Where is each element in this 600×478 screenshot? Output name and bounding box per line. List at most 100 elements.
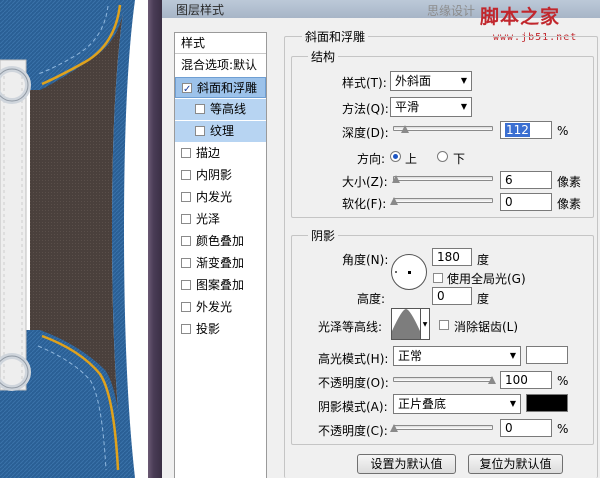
depth-slider-thumb[interactable] xyxy=(400,125,409,133)
dialog-title: 图层样式 xyxy=(176,3,225,17)
shadow-opacity-unit: % xyxy=(557,422,569,436)
depth-label: 深度(D): xyxy=(342,126,389,140)
angle-dial[interactable] xyxy=(391,254,427,290)
direction-down-label: 下 xyxy=(453,152,466,166)
chevron-down-icon: ▼ xyxy=(509,351,516,360)
gloss-contour-dropdown[interactable]: ▼ xyxy=(421,308,430,340)
texture-checkbox[interactable] xyxy=(195,126,205,136)
contour-preview-icon xyxy=(392,309,420,339)
shadow-mode-label: 阴影模式(A): xyxy=(318,400,388,414)
list-item-gradient-overlay[interactable]: 渐变叠加 xyxy=(175,253,266,274)
canvas-artwork xyxy=(0,0,148,478)
list-item-bevel-emboss[interactable]: 斜面和浮雕 xyxy=(175,77,266,100)
highlight-opacity-input[interactable]: 100 xyxy=(500,371,552,389)
chevron-down-icon: ▼ xyxy=(460,76,467,85)
direction-down-radio[interactable] xyxy=(437,151,448,162)
bevel-emboss-title: 斜面和浮雕 xyxy=(302,28,369,45)
gloss-contour-picker[interactable] xyxy=(391,308,421,340)
direction-up-radio[interactable] xyxy=(390,151,401,162)
layer-style-dialog: 图层样式 思缘设计 脚本之家 www.jb51.net 样式 混合选项:默认 斜… xyxy=(162,0,600,478)
angle-dial-center xyxy=(408,271,411,274)
altitude-input[interactable]: 0 xyxy=(432,287,472,305)
altitude-label: 高度: xyxy=(357,292,386,306)
altitude-unit: 度 xyxy=(477,292,490,306)
pattern-overlay-checkbox[interactable] xyxy=(181,280,191,290)
soften-slider-thumb[interactable] xyxy=(390,197,398,205)
chevron-down-icon: ▼ xyxy=(509,399,516,408)
size-unit: 像素 xyxy=(557,175,582,189)
gloss-contour-label: 光泽等高线: xyxy=(318,320,383,334)
angle-input[interactable]: 180 xyxy=(432,248,472,266)
highlight-color-swatch[interactable] xyxy=(526,346,568,364)
structure-title: 结构 xyxy=(308,48,339,65)
list-item-stroke[interactable]: 描边 xyxy=(175,143,266,164)
highlight-opacity-slider[interactable] xyxy=(393,376,496,384)
list-item-satin[interactable]: 光泽 xyxy=(175,209,266,230)
depth-unit: % xyxy=(557,124,569,138)
site-logo: 脚本之家 xyxy=(480,6,561,28)
angle-label: 角度(N): xyxy=(342,253,389,267)
direction-up-label: 上 xyxy=(405,152,418,166)
list-item-outer-glow[interactable]: 外发光 xyxy=(175,297,266,318)
size-input[interactable]: 6 xyxy=(500,171,552,189)
shadow-opacity-label: 不透明度(C): xyxy=(318,424,388,438)
list-item-pattern-overlay[interactable]: 图案叠加 xyxy=(175,275,266,296)
inner-glow-checkbox[interactable] xyxy=(181,192,191,202)
reset-default-button[interactable]: 复位为默认值 xyxy=(468,454,563,474)
shadow-opacity-slider[interactable] xyxy=(390,424,493,432)
soften-input[interactable]: 0 xyxy=(500,193,552,211)
soften-slider[interactable] xyxy=(390,197,493,205)
chevron-down-icon: ▼ xyxy=(460,102,467,111)
style-label: 样式(T): xyxy=(342,76,387,90)
shadow-opacity-input[interactable]: 0 xyxy=(500,419,552,437)
styles-list-header[interactable]: 样式 xyxy=(175,33,266,54)
satin-checkbox[interactable] xyxy=(181,214,191,224)
list-item-inner-shadow[interactable]: 内阴影 xyxy=(175,165,266,186)
global-light-checkbox[interactable] xyxy=(433,273,443,283)
style-select[interactable]: 外斜面 ▼ xyxy=(390,71,472,91)
list-item-texture[interactable]: 纹理 xyxy=(175,121,266,142)
technique-select[interactable]: 平滑 ▼ xyxy=(390,97,472,117)
highlight-opacity-label: 不透明度(O): xyxy=(318,376,389,390)
highlight-mode-label: 高光模式(H): xyxy=(318,352,389,366)
outer-glow-checkbox[interactable] xyxy=(181,302,191,312)
size-slider[interactable] xyxy=(391,175,493,183)
soften-unit: 像素 xyxy=(557,197,582,211)
styles-list: 样式 混合选项:默认 斜面和浮雕 等高线 纹理 描边 内阴影 内发光 光泽 颜色… xyxy=(174,32,267,478)
shadow-color-swatch[interactable] xyxy=(526,394,568,412)
canvas-frame xyxy=(148,0,162,478)
soften-label: 软化(F): xyxy=(342,197,387,211)
drop-shadow-checkbox[interactable] xyxy=(181,324,191,334)
highlight-opacity-unit: % xyxy=(557,374,569,388)
color-overlay-checkbox[interactable] xyxy=(181,236,191,246)
list-item-drop-shadow[interactable]: 投影 xyxy=(175,319,266,340)
technique-label: 方法(Q): xyxy=(342,102,389,116)
shadow-mode-select[interactable]: 正片叠底 ▼ xyxy=(393,394,521,414)
list-item-color-overlay[interactable]: 颜色叠加 xyxy=(175,231,266,252)
angle-dial-point xyxy=(395,271,397,273)
direction-label: 方向: xyxy=(357,152,386,166)
list-item-blending-options[interactable]: 混合选项:默认 xyxy=(175,55,266,76)
canvas-preview xyxy=(0,0,148,478)
global-light-label: 使用全局光(G) xyxy=(447,272,526,286)
depth-input[interactable]: 112 xyxy=(500,121,552,139)
shadow-opacity-thumb[interactable] xyxy=(390,424,398,432)
contour-checkbox[interactable] xyxy=(195,104,205,114)
highlight-opacity-thumb[interactable] xyxy=(488,376,496,384)
list-item-inner-glow[interactable]: 内发光 xyxy=(175,187,266,208)
watermark-text: 思缘设计 xyxy=(427,4,476,18)
depth-slider[interactable] xyxy=(393,125,493,133)
angle-unit: 度 xyxy=(477,253,490,267)
size-label: 大小(Z): xyxy=(342,175,388,189)
anti-alias-checkbox[interactable] xyxy=(439,320,449,330)
make-default-button[interactable]: 设置为默认值 xyxy=(357,454,456,474)
anti-alias-label: 消除锯齿(L) xyxy=(454,320,519,334)
size-slider-thumb[interactable] xyxy=(391,175,400,183)
stroke-checkbox[interactable] xyxy=(181,148,191,158)
list-item-contour[interactable]: 等高线 xyxy=(175,99,266,120)
shading-title: 阴影 xyxy=(308,227,339,244)
bevel-emboss-checkbox[interactable] xyxy=(182,79,192,100)
inner-shadow-checkbox[interactable] xyxy=(181,170,191,180)
gradient-overlay-checkbox[interactable] xyxy=(181,258,191,268)
highlight-mode-select[interactable]: 正常 ▼ xyxy=(393,346,521,366)
